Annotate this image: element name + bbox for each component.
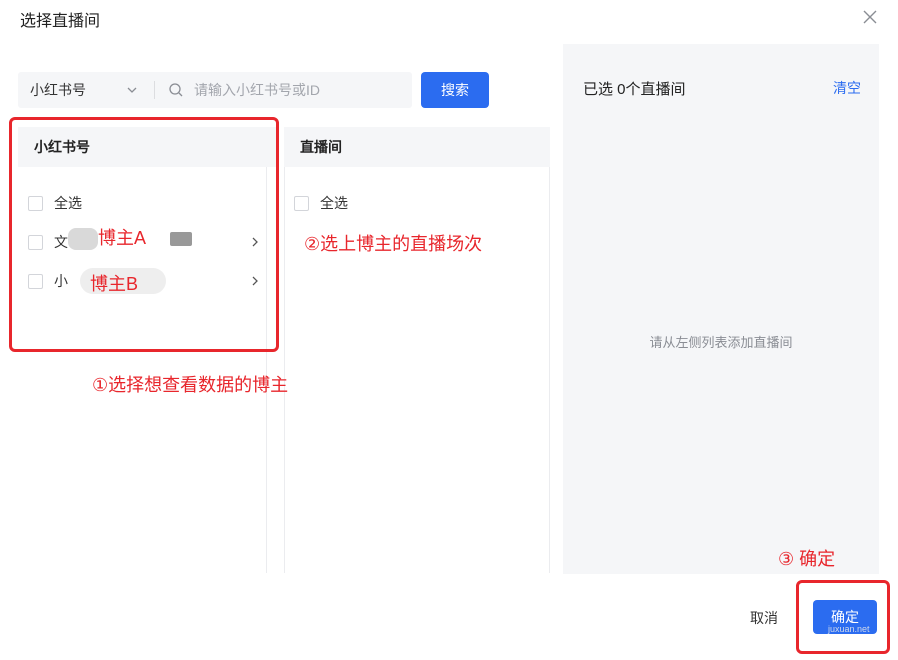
close-icon[interactable] — [860, 7, 880, 27]
annotation-step-1: ①选择想查看数据的博主 — [92, 375, 289, 395]
dialog-title: 选择直播间 — [20, 13, 101, 30]
empty-hint: 请从左侧列表添加直播间 — [649, 335, 793, 350]
clear-button[interactable]: 清空 — [833, 78, 861, 98]
chevron-down-icon — [127, 87, 137, 93]
column-divider — [284, 167, 285, 573]
search-button[interactable]: 搜索 — [421, 72, 489, 108]
platform-select-value: 小红书号 — [30, 82, 86, 98]
search-divider — [154, 81, 155, 99]
search-icon — [169, 83, 183, 97]
selected-count: 已选 0个直播间 — [583, 81, 686, 98]
annotation-step-2: ②选上博主的直播场次 — [304, 234, 483, 254]
select-all-label: 全选 — [320, 195, 348, 211]
annotation-tag: 博主B — [90, 274, 139, 294]
search-input[interactable] — [194, 72, 404, 108]
rooms-select-all[interactable]: 全选 — [294, 192, 348, 214]
checkbox[interactable] — [294, 195, 309, 211]
column-divider — [549, 167, 550, 573]
annotation-box-confirm — [796, 580, 890, 654]
annotation-step-3: ③ 确定 — [778, 549, 836, 569]
search-bar: 小红书号 — [18, 72, 412, 108]
annotation-tag: 博主A — [98, 228, 147, 248]
cancel-button[interactable]: 取消 — [740, 601, 788, 635]
selected-panel: 已选 0个直播间 清空 请从左侧列表添加直播间 — [563, 44, 879, 574]
rooms-column-header: 直播间 — [284, 127, 550, 167]
